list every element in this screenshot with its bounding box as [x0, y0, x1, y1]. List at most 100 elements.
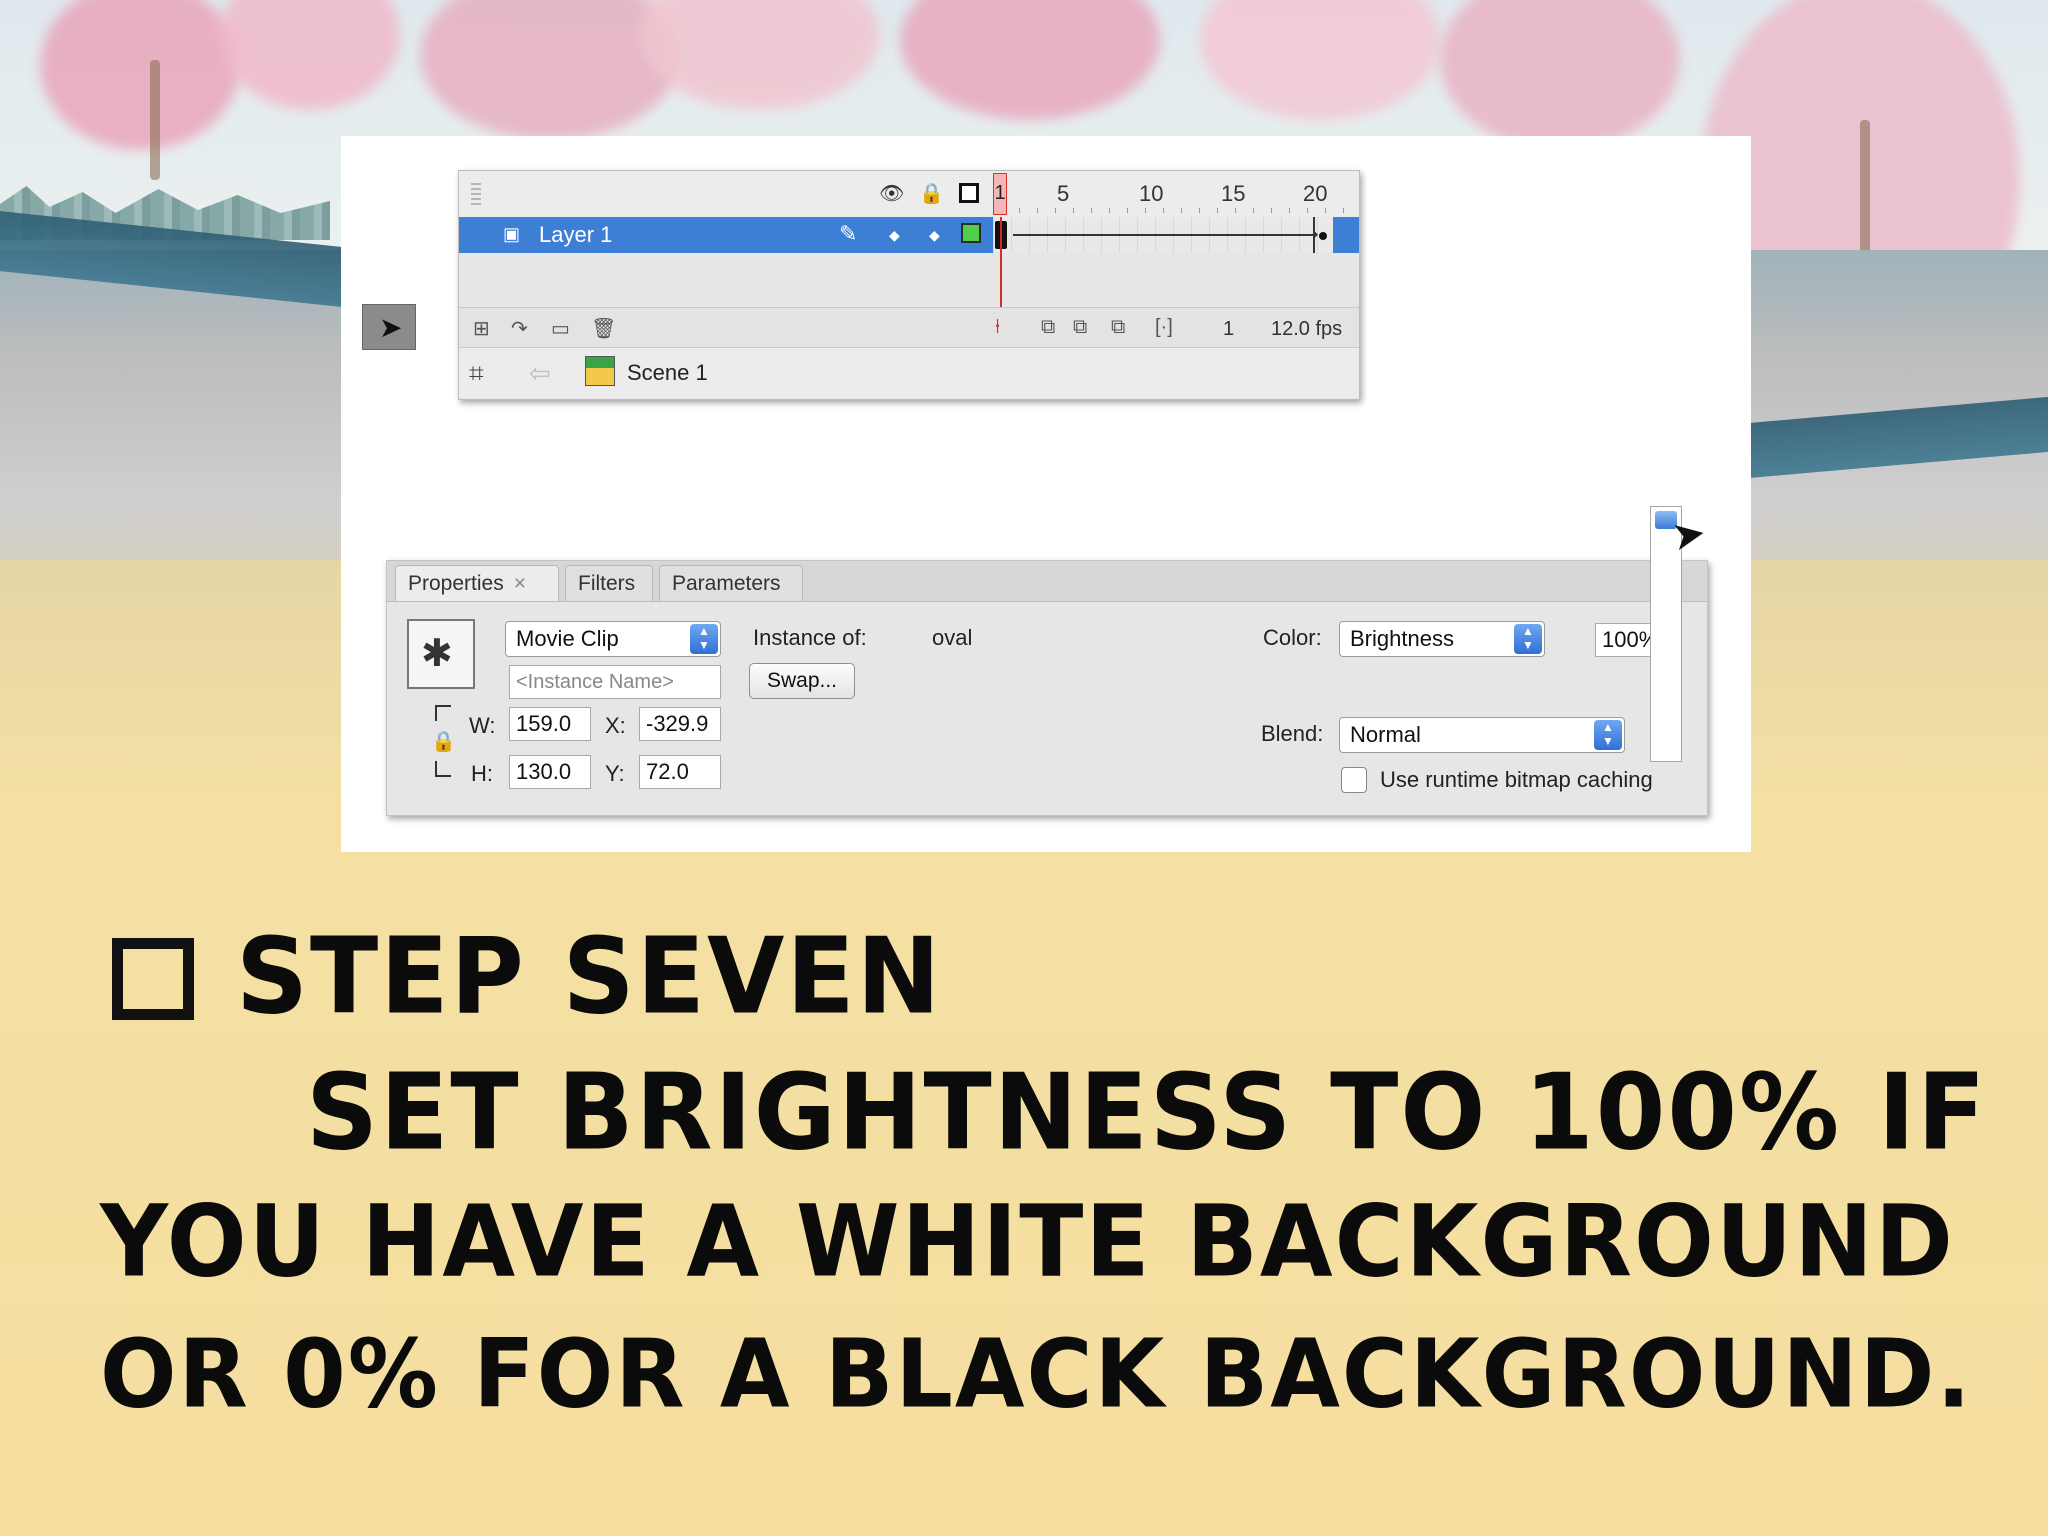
ruler-tick [1181, 208, 1182, 213]
chevron-updown-icon: ▲ ▼ [1514, 624, 1542, 654]
swap-button[interactable]: Swap... [749, 663, 855, 699]
ruler-number: 5 [1057, 181, 1070, 206]
step-heading: Step Seven [236, 915, 943, 1038]
arrow-tool-icon: ➤ [379, 312, 403, 343]
folder-icon[interactable]: ▭ [551, 316, 570, 341]
current-frame: 1 [1223, 318, 1235, 340]
back-arrow-icon[interactable]: ⇦ [529, 358, 551, 389]
y-label: Y: [605, 761, 625, 786]
h-label: H: [471, 761, 493, 786]
clapperboard-icon [585, 356, 615, 386]
instance-of-label: Instance of: [753, 625, 867, 650]
color-effect-value: Brightness [1350, 626, 1454, 651]
onion-markers-icon[interactable]: [·] [1155, 316, 1173, 339]
symbol-type-value: Movie Clip [516, 626, 619, 651]
ruler-tick [1073, 208, 1074, 213]
tab-filters[interactable]: Filters [565, 565, 653, 601]
tab-label: Filters [578, 572, 636, 595]
layer-color-swatch[interactable] [961, 223, 981, 243]
pencil-icon: ✎ [839, 221, 858, 246]
symbol-type-select[interactable]: Movie Clip ▲ ▼ [505, 621, 721, 657]
ruler-tick [1055, 208, 1056, 213]
chevron-updown-icon: ▲ ▼ [690, 624, 718, 654]
ruler-number: 15 [1221, 181, 1246, 206]
ruler-number: 20 [1303, 181, 1328, 206]
x-field[interactable]: -329.9 [639, 707, 721, 741]
movie-clip-icon: ✱ [407, 619, 475, 689]
bitmap-caching-label: Use runtime bitmap caching [1380, 767, 1653, 792]
outline-icon[interactable] [959, 183, 979, 203]
center-frame-icon[interactable]: ⍿ [995, 316, 1000, 339]
frame-rate[interactable]: 12.0 fps [1271, 318, 1342, 341]
tab-parameters[interactable]: Parameters [659, 565, 803, 601]
ruler-tick [1289, 208, 1290, 213]
eye-icon[interactable]: 👁 [879, 182, 904, 206]
chevron-updown-icon: ▲ ▼ [1594, 720, 1622, 750]
ruler-tick [1091, 208, 1092, 213]
motion-guide-icon[interactable]: ↷ [511, 316, 528, 341]
height-field[interactable]: 130.0 [509, 755, 591, 789]
scene-name[interactable]: Scene 1 [627, 360, 708, 386]
trash-icon[interactable]: 🗑 [591, 316, 616, 341]
ruler-tick [1199, 208, 1200, 213]
tab-label: Parameters [672, 572, 781, 595]
color-label: Color: [1263, 625, 1322, 650]
lock-dot[interactable]: ◆ [929, 227, 940, 244]
tree-trunk [150, 60, 160, 180]
edit-multiple-frames-icon[interactable]: ⧉ [1111, 316, 1125, 339]
step-checkbox-icon [112, 938, 194, 1020]
panel-grip-icon[interactable] [471, 183, 481, 205]
timeline-footer: ⊞ ↷ ▭ 🗑 ⍿ ⧉ ⧉ ⧉ [·] 1 12.0 fps [459, 307, 1359, 348]
onion-skin-icon[interactable]: ⧉ [1041, 316, 1055, 339]
x-label: X: [605, 713, 626, 738]
color-effect-select[interactable]: Brightness ▲ ▼ [1339, 621, 1545, 657]
bracket-bottom [435, 761, 451, 777]
caption-line-3: or 0% for a black background. [100, 1319, 1973, 1430]
playhead-frame-number: 1 [994, 182, 1006, 204]
tab-properties[interactable]: Properties × [395, 565, 559, 601]
end-keyframe[interactable] [1313, 217, 1331, 253]
blend-mode-select[interactable]: Normal ▲ ▼ [1339, 717, 1625, 753]
instance-name-field[interactable]: <Instance Name> [509, 665, 721, 699]
bitmap-caching-checkbox[interactable] [1341, 767, 1367, 793]
blend-mode-value: Normal [1350, 722, 1421, 747]
w-label: W: [469, 713, 496, 738]
layer-frames[interactable]: ➝ [993, 217, 1333, 253]
ruler-tick [1343, 208, 1344, 213]
properties-panel: Properties × Filters Parameters ✱ Movie C… [386, 560, 1708, 816]
ruler-number: 10 [1139, 181, 1164, 206]
frame-ruler[interactable]: 5 10 15 20 [993, 171, 1359, 217]
lock-icon[interactable]: 🔒 [431, 729, 456, 754]
ruler-tick [1163, 208, 1164, 213]
brightness-amount-field[interactable]: 100% [1595, 623, 1651, 657]
playhead-line [1000, 217, 1002, 307]
selection-tool-button[interactable]: ➤ [362, 304, 416, 350]
edit-scene-icon[interactable]: ⌗ [469, 358, 484, 390]
onion-outline-icon[interactable]: ⧉ [1073, 316, 1087, 339]
ruler-tick [1235, 208, 1236, 213]
blend-label: Blend: [1261, 721, 1324, 746]
ruler-tick [1271, 208, 1272, 213]
caption-line-2: you have a white background [100, 1185, 1955, 1300]
close-icon[interactable]: × [514, 572, 526, 595]
mouse-cursor-icon: ➤ [1668, 510, 1710, 560]
ruler-tick [1325, 208, 1326, 213]
bracket-top [435, 705, 451, 721]
playhead[interactable]: 1 [993, 173, 1007, 215]
layer-row[interactable]: ▣ Layer 1 ✎ ◆ ◆ ➝ [459, 217, 1359, 253]
motion-tween [1013, 234, 1313, 236]
properties-tabs: Properties × Filters Parameters [387, 561, 1707, 602]
ruler-tick [1217, 208, 1218, 213]
tab-label: Properties [408, 572, 504, 595]
timeline-header: 👁 🔒 5 10 15 20 1 [459, 171, 1359, 218]
insert-layer-icon[interactable]: ⊞ [473, 316, 490, 341]
layer-icon: ▣ [503, 224, 521, 244]
visibility-dot[interactable]: ◆ [889, 227, 900, 244]
y-field[interactable]: 72.0 [639, 755, 721, 789]
ruler-tick [1253, 208, 1254, 213]
width-field[interactable]: 159.0 [509, 707, 591, 741]
instance-of-value: oval [932, 625, 973, 650]
edit-bar: ⌗ ⇦ Scene 1 [459, 347, 1359, 398]
lock-icon[interactable]: 🔒 [919, 182, 944, 206]
ruler-tick [1127, 208, 1128, 213]
